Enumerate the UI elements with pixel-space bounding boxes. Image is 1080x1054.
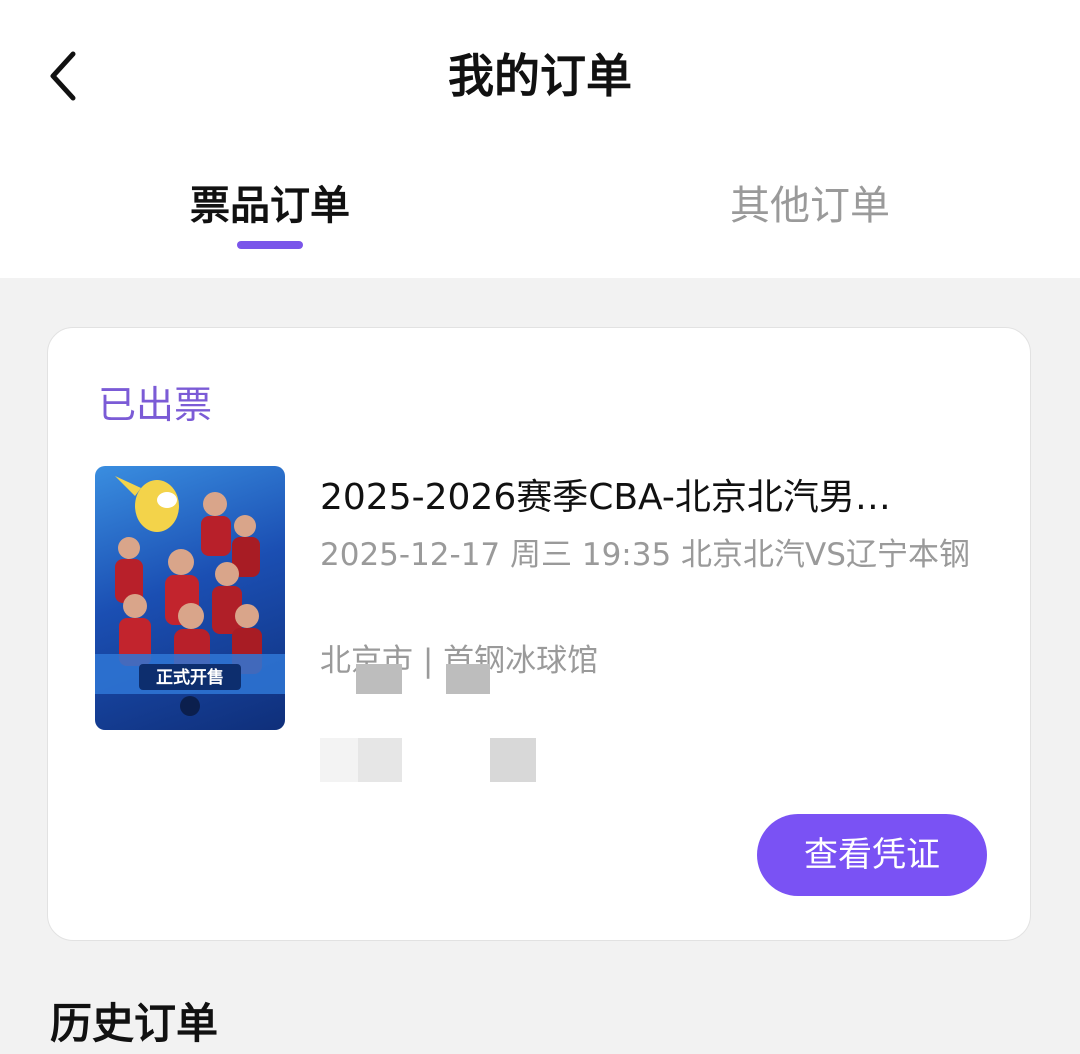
event-poster[interactable]: 正式开售 xyxy=(95,466,285,730)
poster-caption: 正式开售 xyxy=(156,667,224,688)
tab-other-orders[interactable]: 其他订单 xyxy=(730,176,890,236)
redacted-block xyxy=(446,664,490,694)
poster-artwork: 正式开售 xyxy=(95,476,285,716)
active-tab-indicator xyxy=(237,241,303,249)
view-voucher-button[interactable]: 查看凭证 xyxy=(757,814,987,896)
order-card[interactable]: 已出票 正式开售 2025-2026赛季CBA-北京北汽男… 2025-12-1… xyxy=(47,327,1031,941)
page-title: 我的订单 xyxy=(448,49,632,103)
event-venue: 北京市 | 首钢冰球馆 xyxy=(320,643,599,679)
history-orders-heading: 历史订单 xyxy=(50,999,219,1048)
order-status: 已出票 xyxy=(98,383,213,427)
header: 我的订单 票品订单 其他订单 xyxy=(0,0,1080,278)
redacted-block xyxy=(320,738,358,782)
redacted-block xyxy=(358,738,402,782)
redacted-block xyxy=(490,738,536,782)
redacted-block xyxy=(356,664,402,694)
event-datetime: 2025-12-17 周三 19:35 北京北汽VS辽宁本钢 xyxy=(320,537,970,573)
tab-ticket-orders[interactable]: 票品订单 xyxy=(190,176,350,236)
event-title: 2025-2026赛季CBA-北京北汽男… xyxy=(320,477,891,518)
